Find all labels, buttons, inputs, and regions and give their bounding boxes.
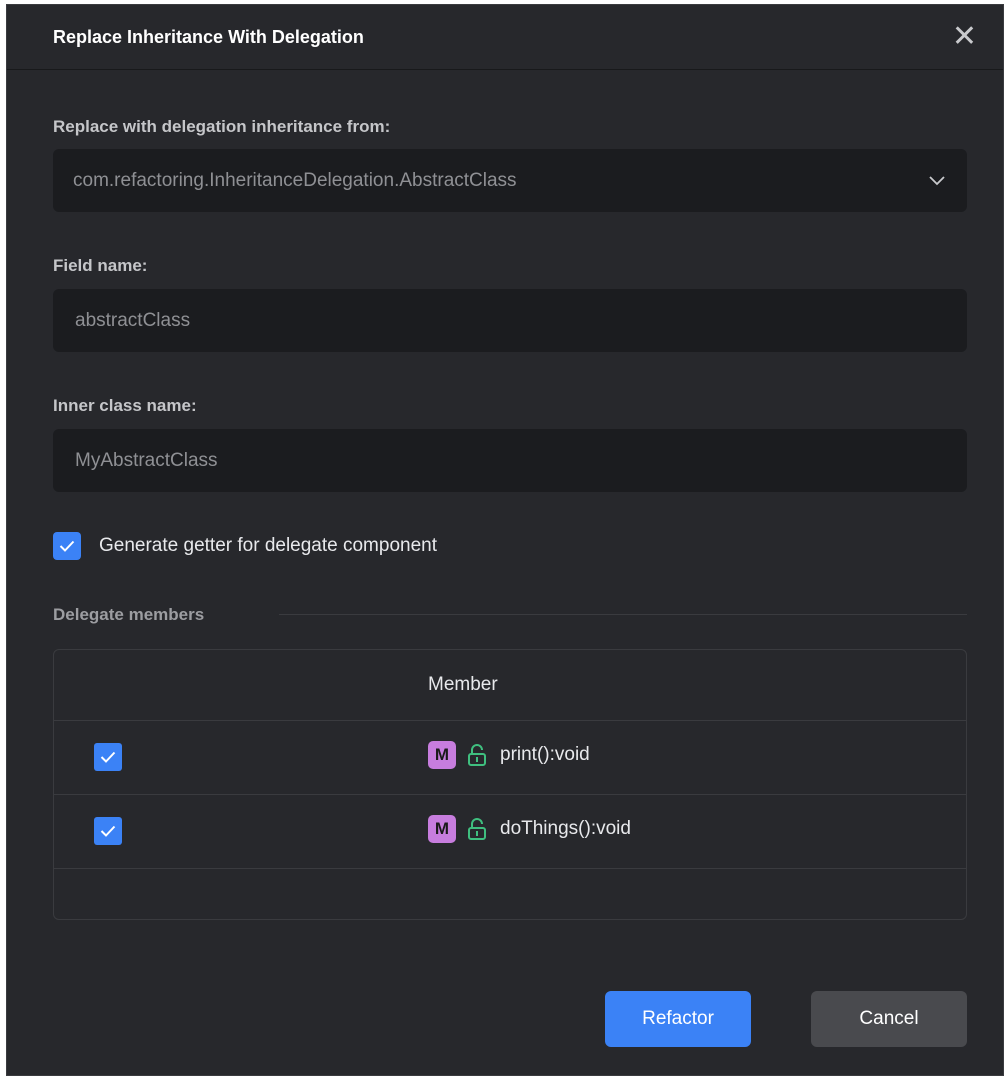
close-icon[interactable]: ✕ bbox=[952, 22, 977, 52]
delegate-members-table: Member M print():void M doThings():void bbox=[53, 649, 967, 920]
inner-class-input-box[interactable] bbox=[53, 429, 967, 492]
refactor-button[interactable]: Refactor bbox=[605, 991, 751, 1047]
table-header: Member bbox=[54, 650, 966, 721]
method-icon: M bbox=[428, 815, 456, 843]
inner-class-input[interactable] bbox=[73, 448, 947, 473]
inherit-from-select[interactable]: com.refactoring.InheritanceDelegation.Ab… bbox=[53, 149, 967, 212]
table-row[interactable]: M doThings():void bbox=[54, 795, 966, 869]
cancel-button[interactable]: Cancel bbox=[811, 991, 967, 1047]
delegate-members-label: Delegate members bbox=[53, 605, 205, 624]
member-name: print():void bbox=[500, 744, 590, 765]
field-name-label: Field name: bbox=[53, 256, 148, 275]
dialog-title: Replace Inheritance With Delegation bbox=[53, 26, 364, 47]
unlock-icon bbox=[468, 744, 486, 766]
dialog-titlebar: Replace Inheritance With Delegation ✕ bbox=[7, 5, 1003, 70]
generate-getter-option[interactable]: Generate getter for delegate component bbox=[53, 532, 437, 560]
table-row[interactable]: M print():void bbox=[54, 721, 966, 795]
dialog: Replace Inheritance With Delegation ✕ Re… bbox=[6, 4, 1004, 1076]
row-checkbox[interactable] bbox=[94, 817, 122, 845]
generate-getter-checkbox[interactable] bbox=[53, 532, 81, 560]
member-cell: M doThings():void bbox=[428, 815, 631, 843]
member-cell: M print():void bbox=[428, 741, 590, 769]
generate-getter-label: Generate getter for delegate component bbox=[99, 535, 438, 556]
inherit-from-label: Replace with delegation inheritance from… bbox=[53, 117, 391, 136]
group-divider bbox=[279, 614, 967, 615]
method-icon: M bbox=[428, 741, 456, 769]
chevron-down-icon[interactable] bbox=[927, 171, 947, 191]
field-name-input-box[interactable] bbox=[53, 289, 967, 352]
unlock-icon bbox=[468, 818, 486, 840]
inner-class-label: Inner class name: bbox=[53, 396, 197, 415]
member-column-header[interactable]: Member bbox=[428, 674, 498, 696]
member-name: doThings():void bbox=[500, 818, 631, 839]
field-name-input[interactable] bbox=[73, 308, 947, 333]
row-checkbox[interactable] bbox=[94, 743, 122, 771]
inherit-from-value: com.refactoring.InheritanceDelegation.Ab… bbox=[73, 169, 517, 191]
